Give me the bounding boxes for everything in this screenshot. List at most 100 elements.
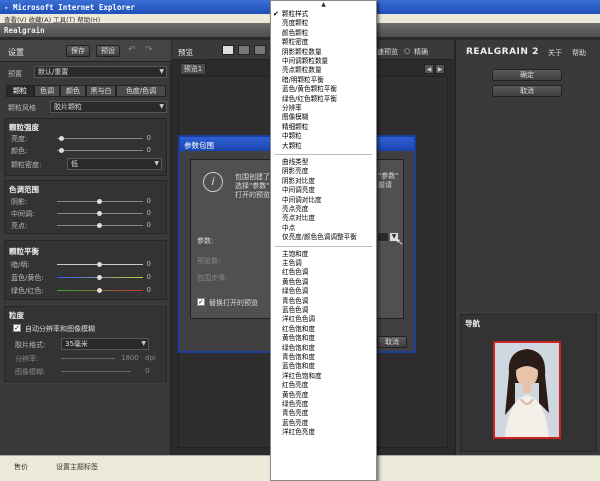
menu-item[interactable]: 绿色色调 <box>271 287 376 296</box>
preset-select[interactable]: 默认/重置 ▼ <box>34 66 167 78</box>
ok-button[interactable]: 确定 <box>492 69 562 81</box>
menu-item[interactable]: 绿色亮度 <box>271 400 376 409</box>
menu-item[interactable]: 亮点颗粒数量 <box>271 66 376 75</box>
menu-item[interactable]: 蓝色亮度 <box>271 419 376 428</box>
menu-item[interactable]: 洋红色亮度 <box>271 428 376 437</box>
menu-item[interactable]: 亮度颗粒 <box>271 19 376 28</box>
menu-item[interactable]: 蓝色色调 <box>271 306 376 315</box>
slider-knob[interactable] <box>97 211 102 216</box>
menu-item[interactable]: 仅亮度/颜色色调调整平衡 <box>271 233 376 242</box>
split-view-icon[interactable] <box>238 45 250 55</box>
slider-knob[interactable] <box>97 262 102 267</box>
menu-item[interactable]: 绿色/红色颗粒平衡 <box>271 95 376 104</box>
menu-item[interactable]: 中间调对比度 <box>271 196 376 205</box>
tab-scroll-left-icon[interactable]: ◀ <box>424 64 434 74</box>
slider-knob[interactable] <box>59 148 64 153</box>
help-link[interactable]: 帮助 <box>572 48 586 58</box>
menu-item[interactable]: 大颗粒 <box>271 142 376 151</box>
menu-item[interactable]: 绿色饱和度 <box>271 344 376 353</box>
menu-item[interactable]: 中间调颗粒数量 <box>271 57 376 66</box>
menu-item[interactable]: 主饱和度 <box>271 250 376 259</box>
menu-item[interactable]: 亮点对比度 <box>271 214 376 223</box>
menu-item[interactable]: 中间调亮度 <box>271 186 376 195</box>
menu-item[interactable]: 颗粒密度 <box>271 38 376 47</box>
auto-checkbox[interactable]: ✓ <box>13 324 21 332</box>
save-button[interactable]: 保存 <box>66 45 90 57</box>
menu-item[interactable]: 亮点亮度 <box>271 205 376 214</box>
tab-tone[interactable]: 色调 <box>34 85 60 97</box>
tab-hue[interactable]: 色度/色调 <box>116 85 166 97</box>
menu-item-label: 洋红色饱和度 <box>282 371 322 380</box>
preset-button[interactable]: 预设 <box>96 45 120 57</box>
resolution-slider[interactable] <box>61 358 115 359</box>
app-logo: REALGRAIN 2 <box>466 47 539 57</box>
menu-item[interactable]: 洋红色色调 <box>271 315 376 324</box>
menu-item[interactable]: ✔ 颗粒样式 <box>271 10 376 19</box>
menu-item[interactable]: 中点 <box>271 224 376 233</box>
menu-item[interactable]: 曲线类型 <box>271 158 376 167</box>
slider-knob[interactable] <box>97 223 102 228</box>
tab-grain[interactable]: 颗粒 <box>6 85 34 97</box>
tab-preview-1[interactable]: 预览1 <box>180 63 206 75</box>
settings-title: 设置 <box>8 48 24 57</box>
menu-item[interactable]: 阴影对比度 <box>271 177 376 186</box>
slider-knob[interactable] <box>97 275 102 280</box>
film-format-select[interactable]: 35毫米 ▼ <box>61 338 149 350</box>
menu-item[interactable]: 蓝色/黄色颗粒平衡 <box>271 85 376 94</box>
radio-icon[interactable]: ○ <box>404 47 410 55</box>
accurate-label[interactable]: 精确 <box>414 47 428 57</box>
replace-checkbox[interactable]: ✓ <box>197 298 205 306</box>
redo-icon[interactable]: ↷ <box>145 45 153 55</box>
grain-style-select[interactable]: 胶片颗粒 ▼ <box>50 101 167 113</box>
undo-icon[interactable]: ↶ <box>128 45 136 55</box>
menu-item-label: 大颗粒 <box>282 141 302 150</box>
slider-value: 0 <box>146 286 151 294</box>
dialog-cancel-button[interactable]: 取消 <box>377 336 407 348</box>
menu-item[interactable]: 黄色色调 <box>271 278 376 287</box>
grid-view-icon[interactable] <box>254 45 266 55</box>
tab-black-white[interactable]: 黑与白 <box>86 85 116 97</box>
menu-item[interactable]: 红色色调 <box>271 268 376 277</box>
menu-item-label: 主色调 <box>282 259 302 267</box>
mouse-cursor-icon: ↖ <box>396 238 404 248</box>
menu-item[interactable]: 洋红色饱和度 <box>271 372 376 381</box>
cancel-button[interactable]: 取消 <box>492 85 562 97</box>
menu-item[interactable]: 分辨率 <box>271 104 376 113</box>
menu-item[interactable]: 黄色亮度 <box>271 391 376 400</box>
menu-item[interactable]: 青色饱和度 <box>271 353 376 362</box>
menu-item-label: 颗粒密度 <box>282 38 309 47</box>
scroll-up-icon[interactable]: ▲ <box>271 1 376 9</box>
slider-knob[interactable] <box>59 136 64 141</box>
menu-item[interactable]: 红色亮度 <box>271 381 376 390</box>
status-item[interactable]: 设置主题标签 <box>56 462 98 472</box>
status-item[interactable]: 售价 <box>14 462 28 472</box>
menu-item-label: 蓝色色调 <box>282 306 309 314</box>
navigator-thumbnail[interactable] <box>493 341 561 439</box>
menu-item[interactable]: 阴影颗粒数量 <box>271 48 376 57</box>
blur-slider[interactable] <box>61 371 131 372</box>
tone-range-section: 色调范围 阴影: 0 中间调: 0 亮点: 0 <box>4 180 167 234</box>
tab-color[interactable]: 颜色 <box>60 85 86 97</box>
parameter-dropdown-menu[interactable]: ▲ ✔ 颗粒样式 亮度颗粒 颜色颗粒 颗粒密度 阴影颗粒数量 中间调颗粒数量 亮点颗粒数量 暗/… <box>270 0 377 481</box>
menu-item[interactable]: 暗/明颗粒平衡 <box>271 76 376 85</box>
about-link[interactable]: 关于 <box>548 48 562 58</box>
tab-scroll-right-icon[interactable]: ▶ <box>435 64 445 74</box>
density-select[interactable]: 低 ▼ <box>67 158 162 170</box>
param-select[interactable] <box>377 232 389 242</box>
menu-item[interactable]: 图像模糊 <box>271 113 376 122</box>
menu-item[interactable]: 蓝色饱和度 <box>271 362 376 371</box>
slider-knob[interactable] <box>97 199 102 204</box>
menu-item[interactable]: 黄色饱和度 <box>271 334 376 343</box>
menu-item[interactable]: 精细颗粒 <box>271 123 376 132</box>
single-view-icon[interactable] <box>222 45 234 55</box>
menu-item[interactable]: 青色亮度 <box>271 409 376 418</box>
slider-value: 0 <box>146 134 151 142</box>
menu-item[interactable]: 青色色调 <box>271 297 376 306</box>
slider-knob[interactable] <box>97 288 102 293</box>
menu-item[interactable]: 主色调 <box>271 259 376 268</box>
menu-item[interactable]: 阴影亮度 <box>271 167 376 176</box>
menu-item[interactable]: 颜色颗粒 <box>271 29 376 38</box>
menu-item-label: 红色色调 <box>282 268 309 277</box>
menu-item[interactable]: 中颗粒 <box>271 132 376 141</box>
menu-item[interactable]: 红色饱和度 <box>271 325 376 334</box>
